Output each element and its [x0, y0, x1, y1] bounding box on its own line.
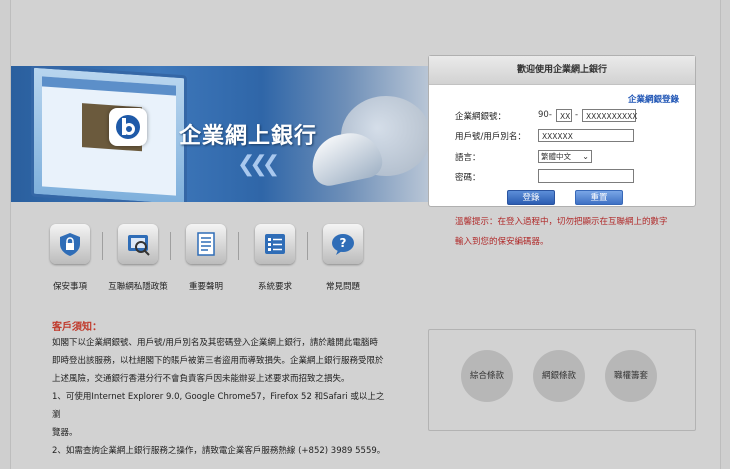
divider [307, 232, 308, 260]
privacy-label[interactable]: 互聯網私隱政策 [103, 280, 173, 292]
chevron-down-icon: ⌄ [582, 152, 589, 161]
checklist-icon [265, 234, 285, 254]
security-warning: 溫馨提示：在登入過程中，切勿把顯示在互聯網上的數字 輸入到您的保安編碼器。 [455, 212, 695, 252]
login-button[interactable]: 登錄 [507, 190, 555, 205]
system-requirements-tile[interactable] [255, 224, 295, 264]
notice-body: 如閣下以企業網銀號、用戶號/用戶別名及其密碼登入企業網上銀行，請於離開此電腦時 … [52, 334, 392, 460]
corporate-login-link[interactable]: 企業網銀登錄 [628, 93, 679, 105]
system-requirements-label[interactable]: 系統要求 [240, 280, 310, 292]
banner-title: 企業網上銀行 [179, 124, 318, 149]
user-input[interactable]: XXXXXX [538, 129, 634, 142]
notice-line: 覽器。 [52, 428, 78, 438]
disclaimer-label[interactable]: 重要聲明 [171, 280, 241, 292]
account-part2-input[interactable]: XXXXXXXXXX [582, 109, 637, 122]
general-terms-button[interactable]: 綜合條款 [461, 350, 513, 402]
account-label: 企業網銀號： [455, 112, 507, 122]
document-icon [197, 232, 215, 256]
password-label: 密碼： [455, 173, 481, 183]
notice-line: 即時登出該服務，以杜絕閣下的賬戶被第三者盜用而導致損失。企業網上銀行服務受限於 [52, 356, 384, 366]
language-label: 語言： [455, 153, 481, 163]
login-panel: 歡迎使用企業網上銀行 企業網銀登錄 企業網銀號： 90- XX - XXXXXX… [428, 55, 696, 207]
language-value: 繁體中文 [541, 152, 571, 161]
divider [102, 232, 103, 260]
user-row: 用戶號/用戶別名： [455, 130, 537, 142]
warning-line-1: 溫馨提示：在登入過程中，切勿把顯示在互聯網上的數字 [455, 217, 668, 227]
account-prefix: 90- [538, 110, 552, 120]
login-header: 歡迎使用企業網上銀行 [429, 56, 695, 85]
account-row: 企業網銀號： [455, 110, 537, 122]
svg-text:?: ? [340, 236, 347, 250]
reset-button[interactable]: 重置 [575, 190, 623, 205]
notice-title: 客戶須知： [52, 322, 102, 333]
password-input[interactable] [538, 169, 634, 183]
security-tile[interactable] [50, 224, 90, 264]
notice-line: 如閣下以企業網銀號、用戶號/用戶別名及其密碼登入企業網上銀行，請於離開此電腦時 [52, 338, 378, 348]
banner: 企業網上銀行 ❮❮❮ [11, 66, 429, 202]
account-dash: - [575, 110, 579, 120]
language-row: 語言： [455, 151, 537, 163]
bank-logo-icon [109, 108, 147, 146]
divider [170, 232, 171, 260]
security-label[interactable]: 保安事項 [35, 280, 105, 292]
warning-line-2: 輸入到您的保安編碼器。 [455, 237, 549, 247]
authority-button[interactable]: 職權籌套 [605, 350, 657, 402]
faq-tile[interactable]: ? [323, 224, 363, 264]
disclaimer-tile[interactable] [186, 224, 226, 264]
divider [238, 232, 239, 260]
faq-label[interactable]: 常見問題 [308, 280, 378, 292]
chevron-left-icon: ❮❮❮ [237, 152, 280, 177]
user-label: 用戶號/用戶別名： [455, 132, 526, 142]
ebanking-terms-button[interactable]: 網銀條款 [533, 350, 585, 402]
account-part1-input[interactable]: XX [556, 109, 572, 122]
notice-line: 1、可使用Internet Explorer 9.0, Google Chrom… [52, 392, 385, 420]
notice-line: 2、如需查詢企業網上銀行服務之操作，請致電企業客戶服務熱線 (+852) 398… [52, 446, 386, 456]
question-icon: ? [332, 234, 354, 255]
privacy-tile[interactable] [118, 224, 158, 264]
notice-line: 上述風險，交通銀行香港分行不會負責客戶因未能辦妥上述要求而招致之損失。 [52, 374, 350, 384]
quick-links-box: 綜合條款 網銀條款 職權籌套 [428, 329, 696, 431]
privacy-icon [128, 235, 150, 256]
shield-icon [60, 233, 80, 256]
password-row: 密碼： [455, 171, 537, 183]
language-select[interactable]: 繁體中文 ⌄ [538, 150, 592, 163]
